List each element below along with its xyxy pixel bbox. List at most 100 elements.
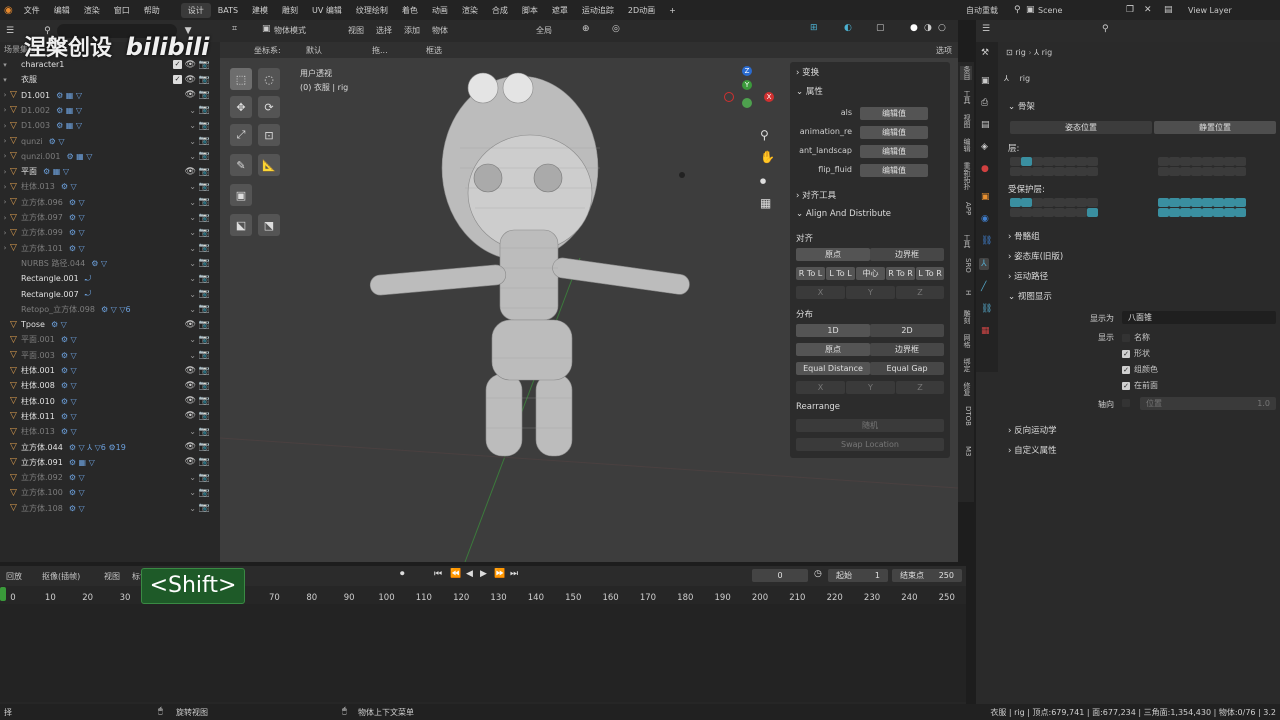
- expand-toggle[interactable]: ›: [0, 183, 10, 191]
- outliner-item-name[interactable]: D1.001: [21, 91, 50, 100]
- bone-layer-toggle[interactable]: [1191, 157, 1202, 166]
- modifier-icons[interactable]: ⚙ ▽: [51, 320, 67, 329]
- workspace-tab-bats[interactable]: BATS: [211, 4, 245, 17]
- extra-tool-2-icon[interactable]: ⬔: [258, 214, 280, 236]
- bone-layer-toggle[interactable]: [1169, 157, 1180, 166]
- outliner-row[interactable]: Retopo_立方体.098 ⚙ ▽ ▽6 ⌄ 📷: [0, 302, 220, 317]
- expand-toggle[interactable]: ›: [0, 106, 10, 114]
- bone-layer-toggle[interactable]: [1224, 198, 1235, 207]
- bone-constraint-tab-icon[interactable]: ⛓: [981, 304, 992, 314]
- bone-layer-toggle[interactable]: [1021, 167, 1032, 176]
- viewport-display-section[interactable]: ⌄ 视图显示: [1008, 290, 1052, 302]
- zoom-icon[interactable]: ⚲: [760, 128, 769, 142]
- bone-layer-toggle[interactable]: [1235, 157, 1246, 166]
- expand-toggle[interactable]: ›: [0, 91, 10, 99]
- outliner-row[interactable]: ▽ Tpose ⚙ ▽ 👁 📷: [0, 317, 220, 332]
- xray-icon[interactable]: ▢: [876, 23, 885, 33]
- datablock-name-field[interactable]: ⅄ rig: [1004, 74, 1274, 88]
- hidden-chevron-icon[interactable]: ⌄: [189, 137, 196, 146]
- modifier-icons[interactable]: ⚙ ▽: [69, 504, 85, 513]
- align-bbox-button[interactable]: 边界框: [870, 248, 944, 261]
- bone-layer-toggle[interactable]: [1202, 198, 1213, 207]
- render-camera-icon[interactable]: 📷: [199, 182, 210, 192]
- camera-view-icon[interactable]: ⏺: [760, 174, 766, 189]
- render-tab-icon[interactable]: ▣: [981, 76, 990, 86]
- outliner-row[interactable]: ▽ 平面.001 ⚙ ▽ ⌄ 📷: [0, 332, 220, 347]
- sidebar-tab[interactable]: 视图: [960, 114, 972, 128]
- align-l-to-r-button[interactable]: L To R: [916, 267, 944, 280]
- outliner-row[interactable]: ▾ 衣服 ✓ 👁 📷: [0, 72, 220, 87]
- outliner-item-name[interactable]: 立方体.099: [21, 227, 63, 238]
- bone-layer-toggle[interactable]: [1065, 198, 1076, 207]
- bone-layer-toggle[interactable]: [1180, 208, 1191, 217]
- hidden-chevron-icon[interactable]: ⌄: [189, 198, 196, 207]
- outliner-row[interactable]: › ▽ qunzi ⚙ ▽ ⌄ 📷: [0, 134, 220, 149]
- bone-layer-toggle[interactable]: [1021, 157, 1032, 166]
- workspace-tab-sculpt[interactable]: 雕刻: [275, 3, 305, 18]
- outliner-row[interactable]: ▽ 柱体.010 ⚙ ▽ 👁 📷: [0, 394, 220, 409]
- modifier-icons[interactable]: ⤾: [85, 274, 92, 284]
- bone-layer-toggle[interactable]: [1202, 167, 1213, 176]
- hidden-chevron-icon[interactable]: ⌄: [189, 274, 196, 283]
- motion-paths-section[interactable]: › 运动路径: [1008, 270, 1048, 282]
- render-camera-icon[interactable]: 📷: [199, 320, 210, 330]
- outliner-row[interactable]: ▽ 柱体.001 ⚙ ▽ 👁 📷: [0, 363, 220, 378]
- axes-checkbox[interactable]: [1122, 399, 1130, 407]
- outliner-item-name[interactable]: 柱体.013: [21, 426, 55, 437]
- render-camera-icon[interactable]: 📷: [199, 197, 210, 207]
- menu-help[interactable]: 帮助: [137, 5, 167, 16]
- pose-library-section[interactable]: › 姿态库(旧版): [1008, 250, 1063, 262]
- bone-layer-toggle[interactable]: [1087, 208, 1098, 217]
- equal-gap-button[interactable]: Equal Gap: [870, 362, 944, 375]
- add-workspace-button[interactable]: +: [662, 4, 683, 17]
- modifier-icons[interactable]: ⚙ ▽: [91, 259, 107, 268]
- navigation-gizmo[interactable]: Z Y X: [720, 66, 780, 126]
- outliner-item-name[interactable]: qunzi: [21, 137, 43, 146]
- modifier-icons[interactable]: ⚙ ▽: [49, 137, 65, 146]
- menu-window[interactable]: 窗口: [107, 5, 137, 16]
- in-front-checkbox[interactable]: ✓ 在前面: [1122, 380, 1158, 391]
- prev-keyframe-icon[interactable]: ⏪: [450, 569, 461, 579]
- distribute-axis-y[interactable]: Y: [846, 381, 895, 394]
- outliner-row[interactable]: ▽ 柱体.011 ⚙ ▽ 👁 📷: [0, 409, 220, 424]
- render-camera-icon[interactable]: 📷: [199, 411, 210, 421]
- visibility-eye-icon[interactable]: 👁: [185, 411, 196, 421]
- outliner-row[interactable]: ▽ 柱体.008 ⚙ ▽ 👁 📷: [0, 378, 220, 393]
- render-camera-icon[interactable]: 📷: [199, 213, 210, 223]
- transform-global-select[interactable]: 全局: [536, 25, 552, 36]
- outliner-row[interactable]: › ▽ 立方体.099 ⚙ ▽ ⌄ 📷: [0, 225, 220, 240]
- modifier-icons[interactable]: ⚙ ▽: [69, 244, 85, 253]
- bone-layer-toggle[interactable]: [1065, 167, 1076, 176]
- blender-logo-icon[interactable]: ◉: [4, 5, 13, 16]
- workspace-tab-masking[interactable]: 遮罩: [545, 3, 575, 18]
- next-keyframe-icon[interactable]: ⏩: [494, 569, 505, 579]
- bone-layer-toggle[interactable]: [1054, 167, 1065, 176]
- jump-end-icon[interactable]: ⏭: [510, 569, 518, 579]
- render-camera-icon[interactable]: 📷: [199, 335, 210, 345]
- bone-layer-toggle[interactable]: [1158, 167, 1169, 176]
- options-menu[interactable]: 选项: [936, 45, 952, 56]
- bone-layer-toggle[interactable]: [1076, 198, 1087, 207]
- workspace-tab-motion-tracking[interactable]: 运动追踪: [575, 3, 621, 18]
- prop-edit-button-0[interactable]: 编辑值: [860, 107, 928, 120]
- bone-layer-toggle[interactable]: [1087, 198, 1098, 207]
- bone-layer-toggle[interactable]: [1158, 208, 1169, 217]
- hidden-chevron-icon[interactable]: ⌄: [189, 121, 196, 130]
- outliner-item-name[interactable]: 立方体.096: [21, 197, 63, 208]
- new-scene-icon[interactable]: ❐: [1126, 5, 1134, 15]
- bone-layer-toggle[interactable]: [1169, 198, 1180, 207]
- sidebar-tab[interactable]: 修复: [960, 382, 972, 396]
- distribute-axis-z[interactable]: Z: [896, 381, 944, 394]
- bone-layer-toggle[interactable]: [1224, 208, 1235, 217]
- sidebar-tab[interactable]: 重新拓扑: [960, 162, 972, 190]
- expand-toggle[interactable]: ›: [0, 168, 10, 176]
- modifier-icons[interactable]: ⚙ ▽: [61, 412, 77, 421]
- sidebar-tab[interactable]: 编辑: [960, 138, 972, 152]
- outliner-item-name[interactable]: 立方体.097: [21, 212, 63, 223]
- display-as-select[interactable]: 八面锥: [1122, 311, 1276, 324]
- outliner-row[interactable]: ▽ 立方体.044 ⚙ ▽ ⅄ ▽6 ⚙19 👁 📷: [0, 440, 220, 455]
- menu-edit[interactable]: 编辑: [47, 5, 77, 16]
- modifier-icons[interactable]: ⚙ ▽ ⅄ ▽6 ⚙19: [69, 443, 126, 452]
- hidden-chevron-icon[interactable]: ⌄: [189, 504, 196, 513]
- scene-tab-icon[interactable]: ◈: [981, 142, 988, 152]
